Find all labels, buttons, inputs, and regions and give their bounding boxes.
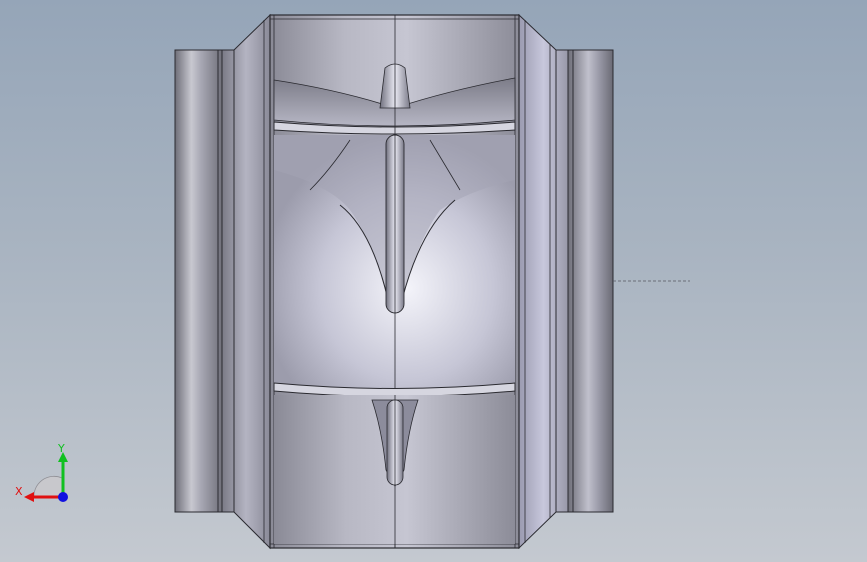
triad-base-icon (33, 475, 63, 499)
x-axis-label: X (15, 485, 23, 498)
right-body (518, 13, 569, 550)
model-view[interactable] (0, 0, 867, 562)
left-body (221, 13, 271, 550)
coordinate-triad: X Y (12, 440, 76, 508)
right-flange (567, 49, 614, 513)
bottom-blade-section (274, 395, 515, 548)
left-flange (174, 49, 223, 513)
y-axis-label: Y (58, 442, 65, 455)
z-axis-dot (58, 492, 68, 502)
graphics-viewport[interactable]: X Y (0, 0, 867, 562)
